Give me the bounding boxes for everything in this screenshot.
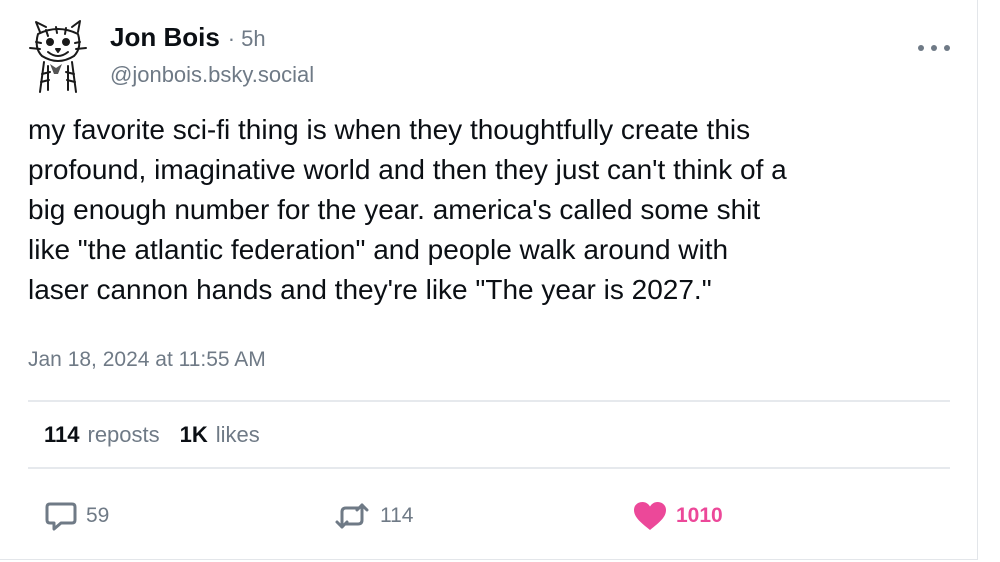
- reposts-count[interactable]: 114: [44, 422, 80, 448]
- repost-button[interactable]: 114: [332, 500, 413, 532]
- more-options-button[interactable]: [918, 34, 950, 62]
- reposts-label[interactable]: reposts: [88, 422, 160, 448]
- author-name[interactable]: Jon Bois: [110, 22, 220, 53]
- divider: [28, 400, 950, 402]
- likes-count[interactable]: 1K: [180, 422, 208, 448]
- divider: [28, 467, 950, 469]
- author-row: Jon Bois · 5h: [110, 22, 266, 53]
- post-card: Jon Bois · 5h @jonbois.bsky.social my fa…: [0, 0, 978, 560]
- post-time-ago[interactable]: 5h: [241, 26, 265, 52]
- more-options-icon: [918, 45, 924, 51]
- author-handle[interactable]: @jonbois.bsky.social: [110, 62, 314, 88]
- reply-icon: [45, 502, 77, 531]
- reply-count: 59: [86, 504, 110, 527]
- post-text: my favorite sci-fi thing is when they th…: [28, 114, 787, 305]
- repost-icon: [335, 503, 369, 529]
- avatar[interactable]: [26, 18, 90, 94]
- more-options-icon: [931, 45, 937, 51]
- separator-dot: ·: [227, 26, 236, 51]
- repost-count: 114: [380, 504, 414, 527]
- more-options-icon: [944, 45, 950, 51]
- reply-button[interactable]: 59: [44, 500, 109, 532]
- like-count: 1010: [676, 504, 723, 527]
- engagement-stats: 114 reposts 1K likes: [44, 422, 260, 448]
- post-timestamp: Jan 18, 2024 at 11:55 AM: [28, 348, 266, 371]
- heart-icon: [634, 502, 666, 530]
- like-button[interactable]: 1010: [632, 500, 723, 532]
- likes-label[interactable]: likes: [216, 422, 260, 448]
- tiger-avatar-icon: [29, 20, 87, 93]
